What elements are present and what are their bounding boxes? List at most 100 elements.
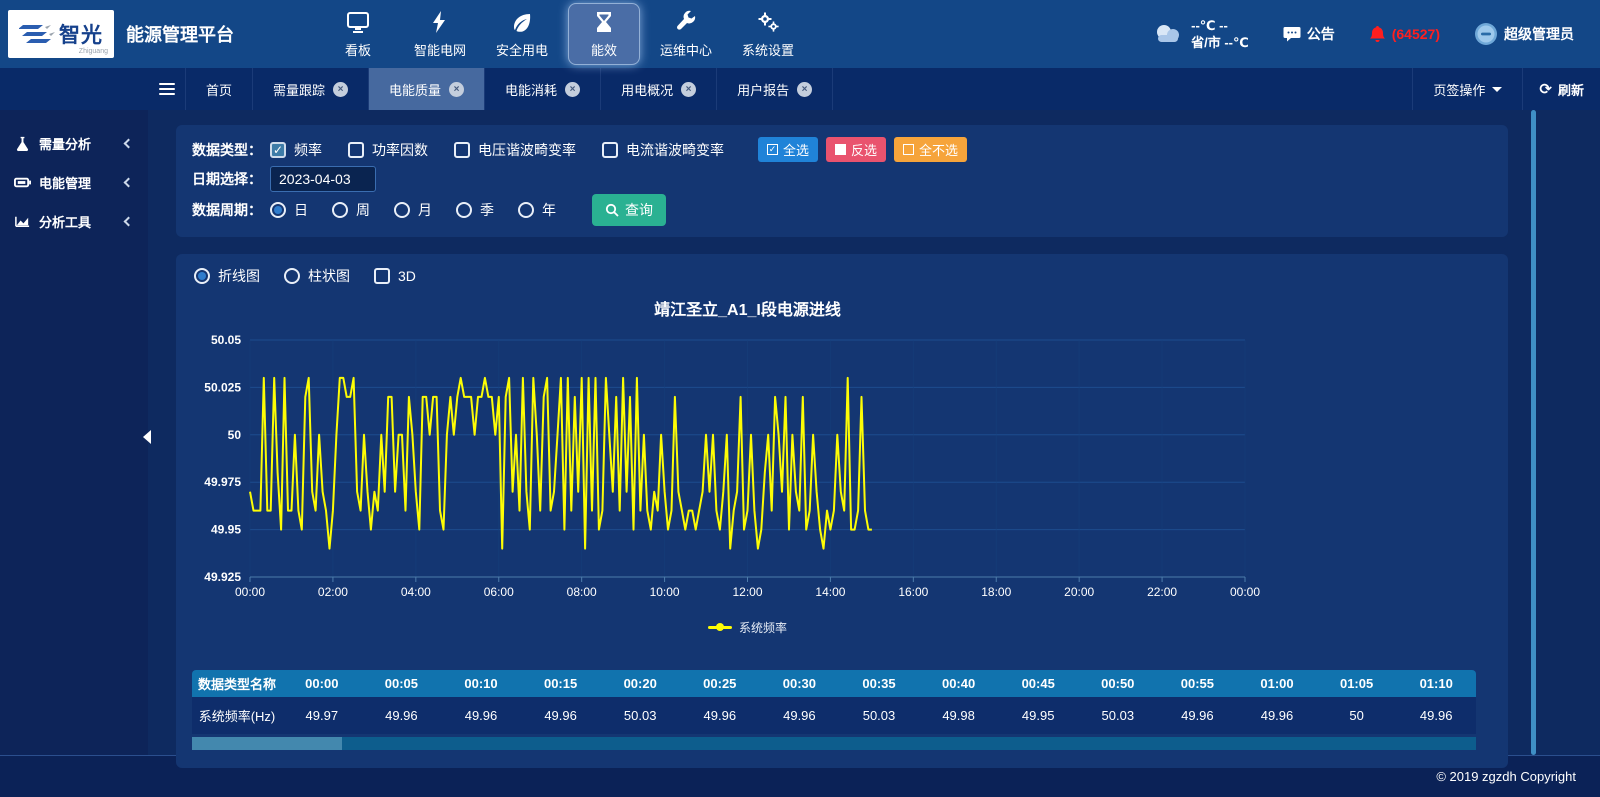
bolt-icon xyxy=(428,10,452,34)
area-chart-icon xyxy=(14,213,31,230)
table-header-cell: 00:35 xyxy=(839,670,919,697)
line-chart: 50.0550.0255049.97549.9549.92500:0002:00… xyxy=(192,322,1492,619)
svg-text:49.95: 49.95 xyxy=(211,523,241,537)
radio-icon xyxy=(394,202,410,218)
wrench-icon xyxy=(674,10,698,34)
table-header-cell: 00:30 xyxy=(760,670,840,697)
tab-ops-label: 页签操作 xyxy=(1433,80,1485,99)
radio-label: 季 xyxy=(480,200,494,220)
checkbox-current-thd[interactable]: 电流谐波畸变率 xyxy=(602,140,724,160)
checkbox-voltage-thd[interactable]: 电压谐波畸变率 xyxy=(454,140,576,160)
tab-user-report[interactable]: 用户报告 × xyxy=(717,68,833,110)
refresh-button[interactable]: ⟳ 刷新 xyxy=(1522,68,1600,110)
nav-label: 看板 xyxy=(345,40,371,59)
tab-home[interactable]: 首页 xyxy=(186,68,253,110)
checkbox-3d[interactable]: 3D xyxy=(374,268,416,284)
nav-label: 系统设置 xyxy=(742,40,794,59)
sidebar: 需量分析 电能管理 分析工具 xyxy=(0,110,148,755)
chart-legend[interactable]: 系统频率 xyxy=(250,619,1245,636)
tab-close-icon[interactable]: × xyxy=(565,82,580,97)
checkbox-power-factor[interactable]: 功率因数 xyxy=(348,140,428,160)
table-cell: 49.96 xyxy=(1237,697,1317,734)
radio-period-quarter[interactable]: 季 xyxy=(456,200,494,220)
table-cell: 50 xyxy=(1317,697,1397,734)
sidebar-collapse-arrow-icon[interactable] xyxy=(143,430,151,444)
user-label: 超级管理员 xyxy=(1504,24,1574,44)
nav-item-energy-efficiency[interactable]: 能效 xyxy=(568,3,640,65)
query-button[interactable]: 查询 xyxy=(592,194,666,226)
leaf-icon xyxy=(510,10,534,34)
nav-item-safe-power[interactable]: 安全用电 xyxy=(486,3,558,65)
checkbox-frequency[interactable]: ✓ 频率 xyxy=(270,140,322,160)
hourglass-icon xyxy=(592,10,616,34)
table-cell: 49.96 xyxy=(760,697,840,734)
tab-close-icon[interactable]: × xyxy=(681,82,696,97)
tab-energy-consumption[interactable]: 电能消耗 × xyxy=(485,68,601,110)
radio-period-day[interactable]: 日 xyxy=(270,200,308,220)
tab-close-icon[interactable]: × xyxy=(333,82,348,97)
select-all-button[interactable]: ✓ 全选 xyxy=(758,137,818,162)
table-cell: 49.96 xyxy=(680,697,760,734)
alarm-count: (64527) xyxy=(1392,26,1440,42)
nav-item-system-settings[interactable]: 系统设置 xyxy=(732,3,804,65)
svg-text:49.925: 49.925 xyxy=(204,570,241,584)
nav-item-ops-center[interactable]: 运维中心 xyxy=(650,3,722,65)
nav-label: 运维中心 xyxy=(660,40,712,59)
tab-demand-tracking[interactable]: 需量跟踪 × xyxy=(253,68,369,110)
nav-item-dashboard[interactable]: 看板 xyxy=(322,3,394,65)
table-cell: 49.96 xyxy=(362,697,442,734)
radio-bar-chart[interactable]: 柱状图 xyxy=(284,266,350,286)
data-table: 数据类型名称00:0000:0500:1000:1500:2000:2500:3… xyxy=(192,670,1476,750)
weather-widget: --℃ -- 省/市 --℃ xyxy=(1151,17,1249,51)
table-cell: 50.03 xyxy=(839,697,919,734)
checkbox-label: 功率因数 xyxy=(372,140,428,160)
user-menu[interactable]: 超级管理员 xyxy=(1474,22,1574,46)
tab-power-overview[interactable]: 用电概况 × xyxy=(601,68,717,110)
radio-icon xyxy=(284,268,300,284)
table-cell: 系统频率(Hz) xyxy=(192,697,282,734)
nav-item-smart-grid[interactable]: 智能电网 xyxy=(404,3,476,65)
tab-bar: 首页 需量跟踪 × 电能质量 × 电能消耗 × 用电概况 × 用户报告 × 页签… xyxy=(0,68,1600,110)
table-header-cell: 00:50 xyxy=(1078,670,1158,697)
sidebar-toggle-button[interactable] xyxy=(148,68,186,110)
radio-line-chart[interactable]: 折线图 xyxy=(194,266,260,286)
tab-label: 用电概况 xyxy=(621,80,673,99)
data-type-label: 数据类型： xyxy=(192,140,262,160)
radio-period-month[interactable]: 月 xyxy=(394,200,432,220)
select-none-button[interactable]: 全不选 xyxy=(894,137,967,162)
alarm-button[interactable]: (64527) xyxy=(1369,25,1440,43)
radio-label: 月 xyxy=(418,200,432,220)
main-nav: 看板 智能电网 安全用电 能效 运维中心 xyxy=(322,0,804,68)
svg-text:16:00: 16:00 xyxy=(898,585,928,599)
radio-period-year[interactable]: 年 xyxy=(518,200,556,220)
battery-icon xyxy=(14,174,31,191)
tab-close-icon[interactable]: × xyxy=(449,82,464,97)
radio-period-week[interactable]: 周 xyxy=(332,200,370,220)
nav-label: 能效 xyxy=(591,40,617,59)
tab-label: 首页 xyxy=(206,80,232,99)
date-input[interactable] xyxy=(270,166,376,192)
svg-text:50.05: 50.05 xyxy=(211,333,241,347)
logo-subtext: Zhiguang xyxy=(79,48,108,55)
tab-close-icon[interactable]: × xyxy=(797,82,812,97)
table-cell: 49.96 xyxy=(521,697,601,734)
notice-button[interactable]: 公告 xyxy=(1283,24,1335,44)
legend-label: 系统频率 xyxy=(739,619,787,636)
empty-box-icon xyxy=(903,144,914,155)
vertical-scrollbar[interactable] xyxy=(1531,110,1536,755)
refresh-label: 刷新 xyxy=(1558,80,1584,99)
tab-operations-dropdown[interactable]: 页签操作 xyxy=(1412,68,1522,110)
table-header-cell: 00:20 xyxy=(600,670,680,697)
svg-text:18:00: 18:00 xyxy=(981,585,1011,599)
nav-label: 智能电网 xyxy=(414,40,466,59)
svg-text:50: 50 xyxy=(228,428,242,442)
table-horizontal-scrollbar[interactable] xyxy=(192,737,1476,750)
invert-selection-button[interactable]: 反选 xyxy=(826,137,886,162)
sidebar-item-analysis-tools[interactable]: 分析工具 xyxy=(0,202,148,241)
scrollbar-thumb[interactable] xyxy=(192,737,342,750)
table-cell: 49.96 xyxy=(441,697,521,734)
tab-power-quality[interactable]: 电能质量 × xyxy=(369,68,485,110)
svg-text:00:00: 00:00 xyxy=(1230,585,1260,599)
sidebar-item-demand-analysis[interactable]: 需量分析 xyxy=(0,124,148,163)
sidebar-item-energy-management[interactable]: 电能管理 xyxy=(0,163,148,202)
